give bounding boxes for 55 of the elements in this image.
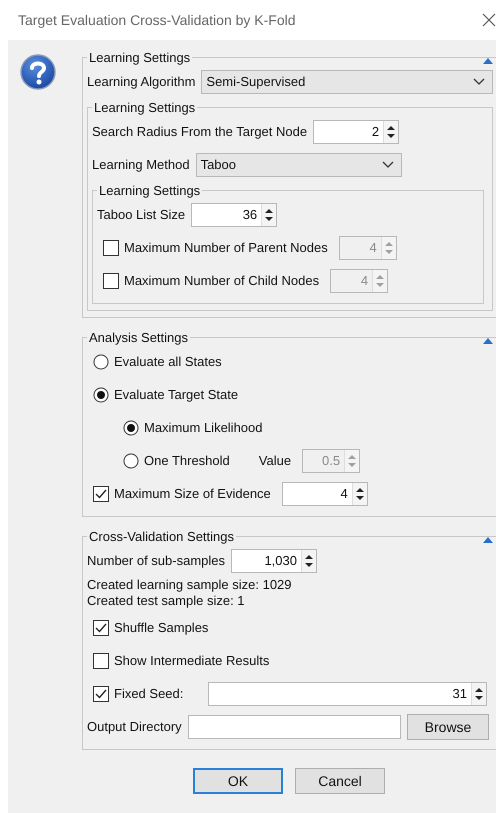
group-title: Learning Settings	[98, 183, 202, 198]
checkbox-label: Maximum Number of Parent Nodes	[124, 240, 328, 255]
collapse-arrow-icon[interactable]	[482, 57, 494, 65]
radio-label: Evaluate all States	[114, 354, 222, 369]
field-label: Taboo List Size	[97, 207, 186, 222]
number-spinner[interactable]: 4	[282, 482, 368, 506]
field-label: Learning Algorithm	[87, 74, 196, 89]
up-down-arrows-icon[interactable]	[383, 120, 398, 142]
number-spinner[interactable]: 1,030	[231, 548, 317, 572]
number-spinner[interactable]: 31	[208, 682, 487, 706]
field-label: Learning Method	[92, 157, 190, 172]
radio-label: Maximum Likelihood	[144, 420, 262, 435]
info-text: Created learning sample size: 1029	[87, 577, 293, 593]
field-label: Output Directory	[87, 719, 182, 734]
radio-button[interactable]	[93, 354, 109, 370]
up-down-arrows-icon[interactable]	[301, 550, 316, 572]
group-title: Learning Settings	[93, 100, 196, 115]
cancel-button[interactable]: Cancel	[295, 768, 385, 794]
up-down-arrows-icon[interactable]	[352, 482, 367, 504]
dropdown[interactable]: Semi-Supervised	[201, 70, 493, 94]
field-label: Search Radius From the Target Node	[92, 124, 308, 139]
number-spinner[interactable]: 2	[313, 120, 400, 144]
field-label: Value	[258, 453, 292, 468]
radio-button[interactable]	[123, 420, 139, 436]
checkbox-label: Show Intermediate Results	[114, 653, 270, 668]
group-title: Cross-Validation Settings	[88, 529, 235, 544]
help-icon	[20, 54, 56, 90]
checkbox-label: Fixed Seed:	[114, 686, 184, 701]
browse-button[interactable]: Browse	[407, 714, 489, 740]
field-label: Number of sub-samples	[87, 553, 225, 568]
checkbox-label: Maximum Number of Child Nodes	[124, 273, 320, 288]
dropdown[interactable]: Taboo	[196, 152, 402, 176]
ok-button[interactable]: OK	[193, 768, 283, 794]
radio-label: Evaluate Target State	[114, 387, 238, 402]
collapse-arrow-icon[interactable]	[482, 536, 494, 544]
group-title: Learning Settings	[88, 50, 192, 65]
checkbox-label: Shuffle Samples	[114, 620, 208, 635]
up-down-arrows-icon[interactable]	[261, 204, 276, 226]
number-spinner[interactable]: 36	[191, 202, 278, 226]
up-down-arrows-icon[interactable]	[471, 682, 486, 704]
input-field[interactable]	[188, 714, 401, 738]
checkbox[interactable]	[93, 652, 109, 668]
group-title: Analysis Settings	[88, 330, 189, 345]
radio-label: One Threshold	[144, 453, 230, 468]
chevron-down-icon	[380, 160, 395, 170]
close-icon[interactable]	[482, 13, 496, 27]
radio-button[interactable]	[93, 386, 109, 402]
info-text: Created test sample size: 1	[87, 593, 246, 609]
checkbox[interactable]	[93, 620, 109, 636]
checkbox-label: Maximum Size of Evidence	[114, 486, 271, 501]
window-title: Target Evaluation Cross-Validation by K-Fold	[18, 12, 296, 28]
collapse-arrow-icon[interactable]	[482, 337, 494, 345]
checkbox[interactable]	[93, 486, 109, 502]
checkbox[interactable]	[93, 686, 109, 702]
chevron-down-icon	[472, 76, 486, 86]
